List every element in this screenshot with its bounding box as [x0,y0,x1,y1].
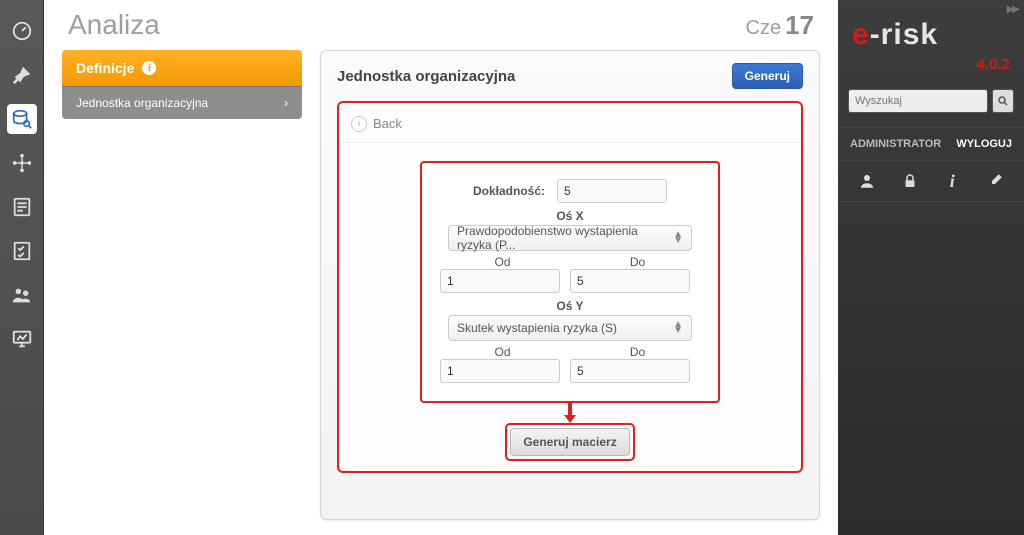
lock-icon[interactable] [900,171,920,191]
red-arrow-icon [561,403,579,425]
database-search-icon[interactable] [7,104,37,134]
back-label: Back [373,116,402,131]
form-icon[interactable] [7,192,37,222]
date-month: Cze [746,17,782,40]
back-button[interactable]: ‹ Back [351,116,402,132]
nav-section-label: Definicje [76,60,134,76]
matrix-form-highlighted: Dokładność: Oś X Prawdopodobienstwo wyst… [420,161,720,403]
info-icon: i [142,61,156,75]
generate-matrix-button[interactable]: Generuj macierz [510,428,629,456]
user-row: ADMINISTRATOR WYLOGUJ [838,127,1024,161]
nodes-icon[interactable] [7,148,37,178]
y-from-label: Od [440,345,565,359]
logo-rest: -risk [870,18,938,51]
checklist-icon[interactable] [7,236,37,266]
left-icon-rail [0,0,44,535]
accuracy-input[interactable] [557,179,667,203]
chevron-right-icon: › [284,96,288,110]
main-area: Analiza Cze 17 Definicje i Jednostka org… [44,0,838,535]
app-logo: e-risk [838,0,1024,56]
search-button[interactable] [992,89,1014,113]
app-version: 4.0.2 [838,56,1024,83]
generate-button[interactable]: Generuj [732,63,803,89]
nav-section-definitions[interactable]: Definicje i [62,50,302,86]
select-caret-icon: ▲▼ [673,232,683,244]
x-from-label: Od [440,255,565,269]
top-bar: Analiza Cze 17 [44,0,838,50]
axis-y-heading: Oś Y [440,299,700,313]
side-nav: Definicje i Jednostka organizacyjna › [62,50,302,520]
nav-item-org-unit[interactable]: Jednostka organizacyjna › [62,86,302,119]
users-icon[interactable] [7,280,37,310]
tools-icon[interactable] [985,171,1005,191]
dashboard-icon[interactable] [7,16,37,46]
presentation-icon[interactable] [7,324,37,354]
nav-item-label: Jednostka organizacyjna [76,96,208,110]
logout-link[interactable]: WYLOGUJ [956,138,1012,150]
date-display: Cze 17 [746,10,815,41]
profile-icon[interactable] [857,171,877,191]
y-to-input[interactable] [570,359,690,383]
pin-icon[interactable] [7,60,37,90]
x-to-input[interactable] [570,269,690,293]
select-caret-icon: ▲▼ [673,322,683,334]
y-to-label: Do [575,345,700,359]
main-panel: Jednostka organizacyjna Generuj ‹ Back D… [320,50,820,520]
y-from-input[interactable] [440,359,560,383]
axis-y-select-value: Skutek wystapienia ryzyka (S) [457,321,617,335]
panel-title: Jednostka organizacyjna [337,68,515,85]
x-to-label: Do [575,255,700,269]
axis-y-select[interactable]: Skutek wystapienia ryzyka (S) ▲▼ [448,315,692,341]
x-from-input[interactable] [440,269,560,293]
back-arrow-icon: ‹ [351,116,367,132]
info-icon[interactable]: i [942,171,962,191]
axis-x-heading: Oś X [440,209,700,223]
search-input[interactable] [848,89,988,113]
axis-x-select[interactable]: Prawdopodobienstwo wystapienia ryzyka (P… [448,225,692,251]
panel-body-highlighted: ‹ Back Dokładność: Oś X Prawdopodobienst… [337,101,803,473]
search-bar [848,89,1014,113]
panel-header: Jednostka organizacyjna Generuj [321,51,819,101]
username-label: ADMINISTRATOR [850,138,941,150]
generate-matrix-highlight: Generuj macierz [505,423,634,461]
logo-e: e [852,18,870,51]
page-title: Analiza [68,9,160,41]
right-sidebar: ▶▶ e-risk 4.0.2 ADMINISTRATOR WYLOGUJ i [838,0,1024,535]
axis-x-select-value: Prawdopodobienstwo wystapienia ryzyka (P… [457,224,673,252]
date-day: 17 [785,10,814,41]
collapse-icon[interactable]: ▶▶ [1007,4,1018,15]
utility-icon-row: i [838,161,1024,202]
accuracy-label: Dokładność: [473,184,545,198]
